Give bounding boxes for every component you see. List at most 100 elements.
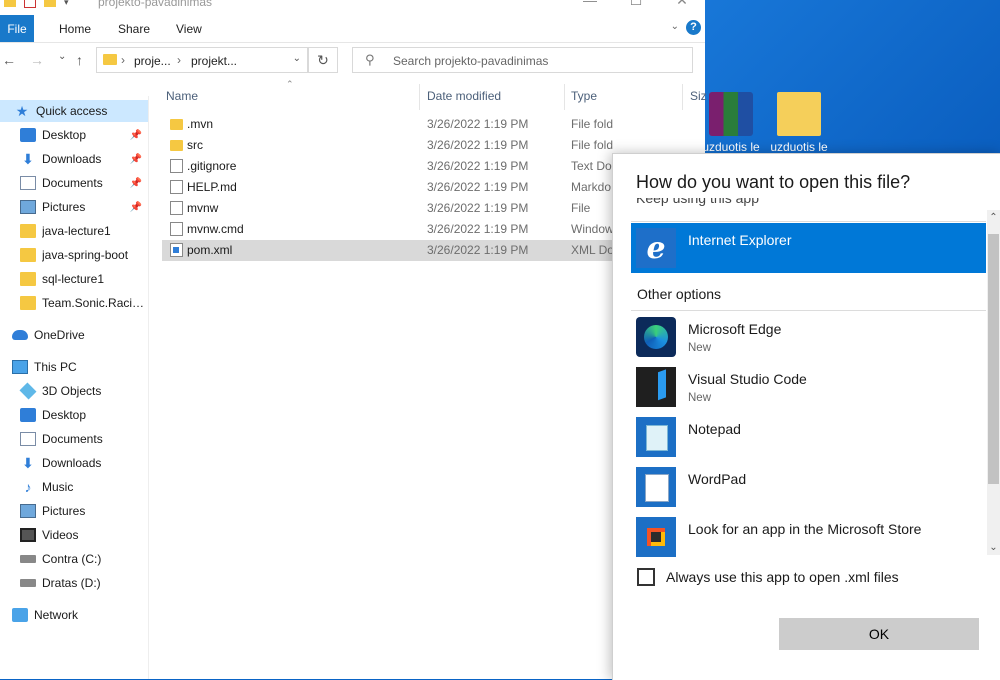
column-divider[interactable] [419, 84, 420, 110]
breadcrumb-item[interactable]: projekt... [191, 54, 237, 68]
app-name: Internet Explorer [688, 232, 792, 248]
sidebar-item-drive-c[interactable]: Contra (C:) [0, 548, 148, 570]
customize-toolbar-icon[interactable]: ▾ [64, 0, 69, 8]
column-header-type[interactable]: Type [571, 89, 597, 103]
sidebar-item-desktop[interactable]: Desktop 📌 [0, 124, 148, 146]
pin-icon[interactable]: 📌 [130, 154, 142, 165]
sidebar-item-java-spring-boot[interactable]: java-spring-boot [0, 244, 148, 266]
sidebar-item-team-sonic-racing[interactable]: Team.Sonic.Racing- [0, 292, 148, 314]
sidebar-item-onedrive[interactable]: OneDrive [0, 324, 148, 346]
column-header-size[interactable]: Siz [690, 89, 707, 103]
app-name: WordPad [688, 471, 747, 487]
sidebar-item-java-lecture1[interactable]: java-lecture1 [0, 220, 148, 242]
keep-using-label: Keep using this app [636, 198, 759, 208]
sidebar-item-downloads[interactable]: ⬇ Downloads 📌 [0, 148, 148, 170]
pin-icon[interactable]: 📌 [130, 130, 142, 141]
file-name: HELP.md [187, 180, 237, 194]
app-option-internet-explorer[interactable]: e Internet Explorer [631, 223, 986, 273]
file-date: 3/26/2022 1:19 PM [427, 180, 529, 194]
new-folder-icon[interactable] [44, 0, 56, 7]
sidebar-item-documents-pc[interactable]: Documents [0, 428, 148, 450]
tab-share[interactable]: Share [118, 22, 150, 36]
desktop-icon [20, 128, 36, 142]
title-bar: ▾ projekto-pavadinimas — ☐ ✕ [0, 0, 705, 14]
sidebar-item-label: java-lecture1 [42, 224, 111, 238]
star-icon: ★ [15, 103, 29, 119]
app-option-microsoft-edge[interactable]: Microsoft Edge New [631, 312, 986, 362]
sidebar-item-label: Quick access [36, 104, 108, 118]
sidebar-item-desktop-pc[interactable]: Desktop [0, 404, 148, 426]
chevron-right-icon[interactable]: › [121, 53, 125, 67]
sidebar-item-documents[interactable]: Documents 📌 [0, 172, 148, 194]
sidebar-item-network[interactable]: Network [0, 604, 148, 626]
column-divider[interactable] [564, 84, 565, 110]
chevron-down-icon[interactable]: ⌄ [671, 21, 679, 32]
sidebar-item-quick-access[interactable]: ★ Quick access [0, 100, 148, 122]
refresh-button[interactable]: ↻ [308, 47, 338, 73]
sidebar-item-videos[interactable]: Videos [0, 524, 148, 546]
folder-icon [170, 119, 183, 130]
sidebar-item-label: OneDrive [34, 328, 85, 342]
app-option-vscode[interactable]: Visual Studio Code New [631, 362, 986, 412]
pin-icon[interactable]: 📌 [130, 202, 142, 213]
scrollbar[interactable]: ⌃ ⌄ [987, 210, 1000, 555]
app-option-microsoft-store[interactable]: Look for an app in the Microsoft Store [631, 512, 986, 562]
pin-icon[interactable]: 📌 [130, 178, 142, 189]
ok-button[interactable]: OK [779, 618, 979, 650]
address-bar[interactable]: › proje... › projekt... ⌄ [96, 47, 308, 73]
search-icon: ⚲ [365, 52, 375, 67]
search-input[interactable]: ⚲ Search projekto-pavadinimas [352, 47, 693, 73]
column-divider[interactable] [682, 84, 683, 110]
scroll-up-icon[interactable]: ⌃ [987, 212, 1000, 223]
always-use-checkbox[interactable] [637, 568, 655, 586]
app-subtitle: New [688, 392, 712, 404]
file-icon [170, 180, 183, 194]
column-header-name[interactable]: Name [166, 89, 198, 103]
drive-icon [20, 555, 36, 563]
file-type: File folder [571, 138, 613, 152]
sidebar-item-label: Team.Sonic.Racing- [42, 296, 148, 310]
app-name: Microsoft Edge [688, 321, 782, 337]
up-arrow-icon[interactable]: ↑ [76, 52, 83, 68]
sidebar-item-downloads-pc[interactable]: ⬇ Downloads [0, 452, 148, 474]
desktop-icon [20, 408, 36, 422]
chevron-down-icon[interactable]: ⌄ [293, 53, 301, 64]
sidebar-item-this-pc[interactable]: This PC [0, 356, 148, 378]
close-button[interactable]: ✕ [659, 0, 705, 9]
back-arrow-icon[interactable]: ← [2, 52, 16, 68]
sidebar-item-pictures[interactable]: Pictures 📌 [0, 196, 148, 218]
sidebar-item-pictures-pc[interactable]: Pictures [0, 500, 148, 522]
forward-arrow-icon[interactable]: → [30, 52, 44, 68]
tab-home[interactable]: Home [59, 22, 91, 36]
file-row[interactable]: .mvn 3/26/2022 1:19 PM File folder [162, 114, 705, 135]
help-icon[interactable]: ? [686, 20, 701, 35]
tab-file[interactable]: File [0, 15, 34, 42]
wordpad-icon [636, 467, 676, 507]
sidebar-item-sql-lecture1[interactable]: sql-lecture1 [0, 268, 148, 290]
folder-icon [20, 248, 36, 262]
tab-view[interactable]: View [176, 22, 202, 36]
sidebar-item-label: sql-lecture1 [42, 272, 105, 286]
sidebar-item-drive-d[interactable]: Dratas (D:) [0, 572, 148, 594]
window-title: projekto-pavadinimas [98, 0, 213, 9]
app-name: Visual Studio Code [688, 371, 807, 387]
desktop-icon-folder[interactable]: uzduotis le [761, 92, 837, 154]
folder-icon [777, 92, 821, 136]
properties-icon[interactable] [24, 0, 36, 8]
scrollbar-thumb[interactable] [988, 234, 999, 484]
search-placeholder: Search projekto-pavadinimas [393, 54, 549, 68]
sidebar-item-music[interactable]: ♪ Music [0, 476, 148, 498]
minimize-button[interactable]: — [567, 0, 613, 9]
scroll-down-icon[interactable]: ⌄ [987, 542, 1000, 553]
pictures-icon [20, 200, 36, 214]
sidebar-item-3d-objects[interactable]: 3D Objects [0, 380, 148, 402]
breadcrumb-item[interactable]: proje... [134, 54, 171, 68]
recent-locations-icon[interactable]: ⌄ [58, 51, 66, 62]
app-option-notepad[interactable]: Notepad [631, 412, 986, 462]
chevron-right-icon[interactable]: › [177, 53, 181, 67]
folder-icon[interactable] [4, 0, 16, 7]
maximize-button[interactable]: ☐ [613, 0, 659, 9]
sidebar-item-label: Videos [42, 528, 79, 542]
column-header-date[interactable]: Date modified [427, 89, 501, 103]
app-option-wordpad[interactable]: WordPad [631, 462, 986, 512]
